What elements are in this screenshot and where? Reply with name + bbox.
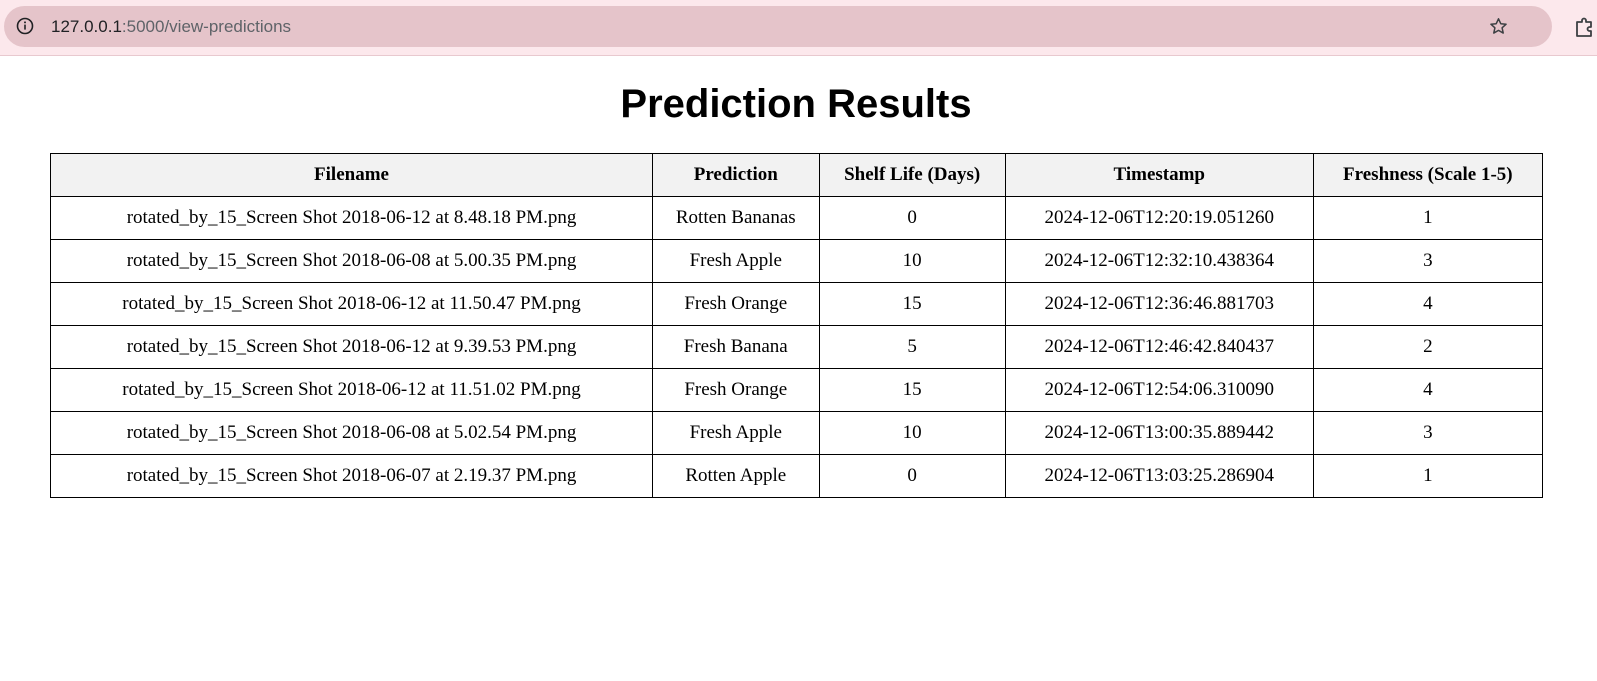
- cell-filename: rotated_by_15_Screen Shot 2018-06-12 at …: [49, 325, 654, 369]
- cell-prediction: Fresh Banana: [652, 325, 820, 369]
- cell-timestamp: 2024-12-06T13:03:25.286904: [1004, 454, 1314, 498]
- cell-timestamp: 2024-12-06T12:54:06.310090: [1004, 368, 1314, 412]
- url-text[interactable]: 127.0.0.1:5000/view-predictions: [51, 16, 291, 37]
- cell-shelf-life: 0: [818, 454, 1006, 498]
- cell-freshness: 3: [1312, 411, 1544, 455]
- table-row: rotated_by_15_Screen Shot 2018-06-08 at …: [49, 239, 1544, 283]
- cell-timestamp: 2024-12-06T13:00:35.889442: [1004, 411, 1314, 455]
- cell-shelf-life: 15: [818, 282, 1006, 326]
- cell-freshness: 4: [1312, 368, 1544, 412]
- table-row: rotated_by_15_Screen Shot 2018-06-12 at …: [49, 368, 1544, 412]
- url-host: 127.0.0.1: [51, 17, 122, 36]
- cell-freshness: 4: [1312, 282, 1544, 326]
- column-header-prediction: Prediction: [652, 153, 820, 197]
- cell-shelf-life: 5: [818, 325, 1006, 369]
- cell-filename: rotated_by_15_Screen Shot 2018-06-08 at …: [49, 239, 654, 283]
- column-header-shelf-life: Shelf Life (Days): [818, 153, 1006, 197]
- cell-filename: rotated_by_15_Screen Shot 2018-06-12 at …: [49, 282, 654, 326]
- cell-filename: rotated_by_15_Screen Shot 2018-06-07 at …: [49, 454, 654, 498]
- cell-freshness: 1: [1312, 454, 1544, 498]
- column-header-timestamp: Timestamp: [1004, 153, 1314, 197]
- info-icon[interactable]: [16, 17, 34, 35]
- cell-filename: rotated_by_15_Screen Shot 2018-06-08 at …: [49, 411, 654, 455]
- table-row: rotated_by_15_Screen Shot 2018-06-12 at …: [49, 325, 1544, 369]
- cell-prediction: Rotten Apple: [652, 454, 820, 498]
- page-title: Prediction Results: [620, 82, 972, 126]
- puzzle-icon[interactable]: [1574, 16, 1596, 38]
- cell-timestamp: 2024-12-06T12:46:42.840437: [1004, 325, 1314, 369]
- cell-shelf-life: 10: [818, 411, 1006, 455]
- cell-freshness: 3: [1312, 239, 1544, 283]
- cell-prediction: Fresh Apple: [652, 411, 820, 455]
- star-icon[interactable]: [1488, 16, 1509, 37]
- column-header-filename: Filename: [49, 153, 654, 197]
- cell-timestamp: 2024-12-06T12:32:10.438364: [1004, 239, 1314, 283]
- table-row: rotated_by_15_Screen Shot 2018-06-12 at …: [49, 196, 1544, 240]
- cell-prediction: Fresh Apple: [652, 239, 820, 283]
- browser-toolbar: 127.0.0.1:5000/view-predictions: [0, 0, 1597, 56]
- cell-shelf-life: 15: [818, 368, 1006, 412]
- table-header-row: Filename Prediction Shelf Life (Days) Ti…: [49, 153, 1544, 197]
- table-row: rotated_by_15_Screen Shot 2018-06-07 at …: [49, 454, 1544, 498]
- address-bar[interactable]: 127.0.0.1:5000/view-predictions: [4, 6, 1552, 47]
- cell-shelf-life: 10: [818, 239, 1006, 283]
- table-row: rotated_by_15_Screen Shot 2018-06-12 at …: [49, 282, 1544, 326]
- cell-filename: rotated_by_15_Screen Shot 2018-06-12 at …: [49, 196, 654, 240]
- cell-shelf-life: 0: [818, 196, 1006, 240]
- cell-timestamp: 2024-12-06T12:36:46.881703: [1004, 282, 1314, 326]
- url-path: :5000/view-predictions: [121, 17, 292, 36]
- cell-freshness: 2: [1312, 325, 1544, 369]
- cell-timestamp: 2024-12-06T12:20:19.051260: [1004, 196, 1314, 240]
- cell-freshness: 1: [1312, 196, 1544, 240]
- cell-prediction: Fresh Orange: [652, 368, 820, 412]
- table-row: rotated_by_15_Screen Shot 2018-06-08 at …: [49, 411, 1544, 455]
- predictions-table: Filename Prediction Shelf Life (Days) Ti…: [49, 153, 1544, 498]
- column-header-freshness: Freshness (Scale 1-5): [1312, 153, 1544, 197]
- cell-filename: rotated_by_15_Screen Shot 2018-06-12 at …: [49, 368, 654, 412]
- cell-prediction: Fresh Orange: [652, 282, 820, 326]
- cell-prediction: Rotten Bananas: [652, 196, 820, 240]
